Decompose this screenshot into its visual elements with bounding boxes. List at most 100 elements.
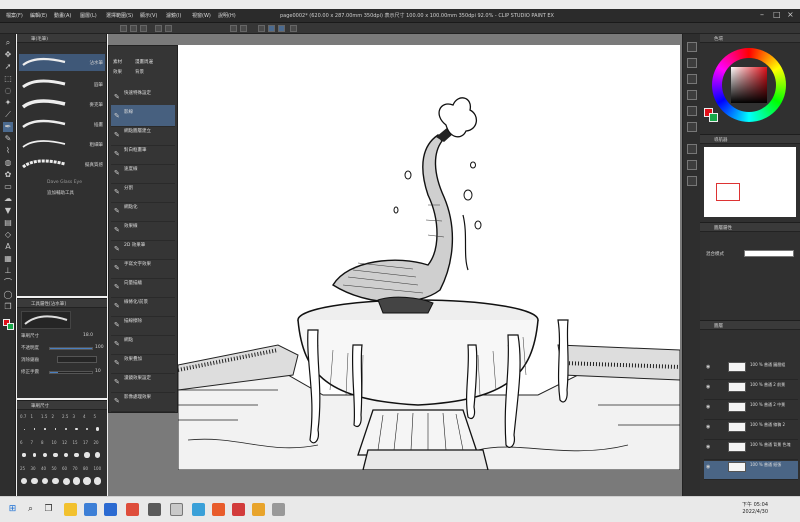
blend-mode-select[interactable] [744, 250, 794, 257]
eye-icon[interactable]: ◉ [706, 404, 710, 410]
sub-color-box[interactable] [709, 113, 718, 122]
save-icon[interactable] [140, 25, 147, 32]
brush-size-preset[interactable]: 60 [61, 465, 71, 489]
brush-size-preset[interactable]: 1 [30, 413, 40, 437]
redo-icon[interactable] [165, 25, 172, 32]
navigator-icon[interactable] [687, 144, 697, 154]
brush-size-preset[interactable]: 5 [93, 413, 103, 437]
clock-time[interactable]: 下午 05:04 [742, 501, 768, 508]
sub-view-icon[interactable] [687, 160, 697, 170]
correct-line-icon[interactable]: ⌒ [3, 278, 13, 288]
add-subtool-button[interactable]: 追加輔助工具 [47, 190, 74, 196]
layer-row[interactable]: ◉ 100 % 普通 線稿 2 [704, 421, 798, 440]
brush-size-preset[interactable]: 8 [40, 439, 50, 463]
blend-icon[interactable]: ☁ [3, 194, 13, 204]
stabilize-slider[interactable] [49, 371, 93, 374]
layer-row[interactable]: ◉ 100 % 普通 背景 色塊 [704, 441, 798, 460]
photos-icon[interactable] [192, 503, 205, 516]
clip-studio-icon[interactable] [170, 503, 183, 516]
pdf-icon[interactable] [232, 503, 245, 516]
eye-icon[interactable]: ◉ [706, 464, 710, 470]
maximize-icon[interactable]: □ [773, 11, 781, 19]
search-icon[interactable]: ⌕ [24, 503, 37, 516]
layer-row[interactable]: ◉ 100 % 普通 紙張 [704, 461, 798, 480]
select-icon[interactable]: ⬚ [3, 74, 13, 84]
fill-tool-icon[interactable]: ▼ [3, 206, 13, 216]
material-item[interactable]: ✎ 影像處理效果 [111, 390, 175, 412]
info-icon[interactable] [687, 176, 697, 186]
brush-size-preset[interactable]: 12 [61, 439, 71, 463]
eye-icon[interactable]: ◉ [706, 424, 710, 430]
gradient-icon[interactable]: ▤ [3, 218, 13, 228]
chrome-2-icon[interactable] [252, 503, 265, 516]
tab-manga[interactable]: 漫畫周邊 [135, 59, 153, 65]
file-explorer-icon[interactable] [64, 503, 77, 516]
brush-size-preset[interactable]: 6 [19, 439, 29, 463]
new-icon[interactable] [120, 25, 127, 32]
brush-size-preset[interactable]: 2.5 [61, 413, 71, 437]
eyedropper-icon[interactable]: ⟋ [3, 110, 13, 120]
lasso-icon[interactable]: ◌ [3, 86, 13, 96]
windows-start-icon[interactable]: ⊞ [6, 503, 19, 516]
color-wheel-icon[interactable] [687, 42, 697, 52]
brush-size-preset[interactable]: 20 [93, 439, 103, 463]
open-icon[interactable] [130, 25, 137, 32]
brush-size-preset[interactable]: 30 [30, 465, 40, 489]
close-icon[interactable]: × [787, 11, 794, 19]
figure-icon[interactable]: ◇ [3, 230, 13, 240]
menu-window[interactable]: 視窗(W) [192, 12, 211, 19]
subtool-item[interactable]: 粗細筆 [19, 136, 105, 153]
opacity-slider[interactable] [49, 347, 93, 350]
brush-size-preset[interactable]: 15 [72, 439, 82, 463]
menu-select[interactable]: 選擇範圍(S) [106, 12, 133, 19]
brush-size-preset[interactable]: 3 [72, 413, 82, 437]
brush-size-preset[interactable]: 80 [82, 465, 92, 489]
subtool-item[interactable]: 圓筆 [19, 76, 105, 93]
object-icon[interactable]: ➚ [3, 62, 13, 72]
app-icon[interactable] [148, 503, 161, 516]
brush-size-preset[interactable]: 7 [30, 439, 40, 463]
color-history-icon[interactable] [687, 122, 697, 132]
antialias-selector[interactable] [57, 356, 97, 363]
frame-icon[interactable]: ▦ [3, 254, 13, 264]
text-icon[interactable]: A [3, 242, 13, 252]
brush-size-preset[interactable]: 0.7 [19, 413, 29, 437]
subtool-item[interactable]: 插畫 [19, 116, 105, 133]
chrome-icon[interactable] [126, 503, 139, 516]
clear-icon[interactable] [230, 25, 237, 32]
layer-row[interactable]: ◉ 100 % 普通 2 前景 [704, 381, 798, 400]
brush-icon[interactable]: ⌇ [3, 146, 13, 156]
intermediate-color-icon[interactable] [687, 90, 697, 100]
subtool-item[interactable]: 沾水筆 [19, 54, 105, 71]
layer-row[interactable]: ◉ 100 % 普通 圖層組 [704, 361, 798, 380]
3d-icon[interactable]: ❒ [3, 302, 13, 312]
zoom-icon[interactable]: ⌕ [3, 38, 13, 48]
brush-size-preset[interactable]: 50 [51, 465, 61, 489]
decoration-icon[interactable]: ✿ [3, 170, 13, 180]
fill-icon[interactable] [240, 25, 247, 32]
clock-date[interactable]: 2022/4/30 [742, 509, 768, 515]
app-2-icon[interactable] [272, 503, 285, 516]
layer-row[interactable]: ◉ 100 % 普通 2 中景 [704, 401, 798, 420]
move-icon[interactable]: ✥ [3, 50, 13, 60]
undo-icon[interactable] [155, 25, 162, 32]
ruler-icon[interactable]: ⊥ [3, 266, 13, 276]
menu-filter[interactable]: 濾鏡(I) [166, 12, 181, 19]
navigator-viewport[interactable] [716, 183, 740, 201]
menu-layer[interactable]: 圖層(L) [80, 12, 97, 19]
navigator-preview[interactable] [704, 147, 796, 217]
wand-icon[interactable]: ✦ [3, 98, 13, 108]
menu-help[interactable]: 說明(H) [218, 12, 236, 19]
task-view-icon[interactable]: ❐ [42, 503, 55, 516]
pen-icon[interactable]: ✒ [3, 122, 13, 132]
pencil-icon[interactable]: ✎ [3, 134, 13, 144]
balloon-icon[interactable]: ◯ [3, 290, 13, 300]
office-icon[interactable] [212, 503, 225, 516]
color-set-icon[interactable] [687, 74, 697, 84]
eraser-icon[interactable]: ▭ [3, 182, 13, 192]
brush-size-preset[interactable]: 2 [51, 413, 61, 437]
brush-size-preset[interactable]: 1.5 [40, 413, 50, 437]
sub-color-swatch[interactable] [7, 323, 14, 330]
tab-effect[interactable]: 效果 [113, 69, 122, 75]
brush-size-preset[interactable]: 17 [82, 439, 92, 463]
